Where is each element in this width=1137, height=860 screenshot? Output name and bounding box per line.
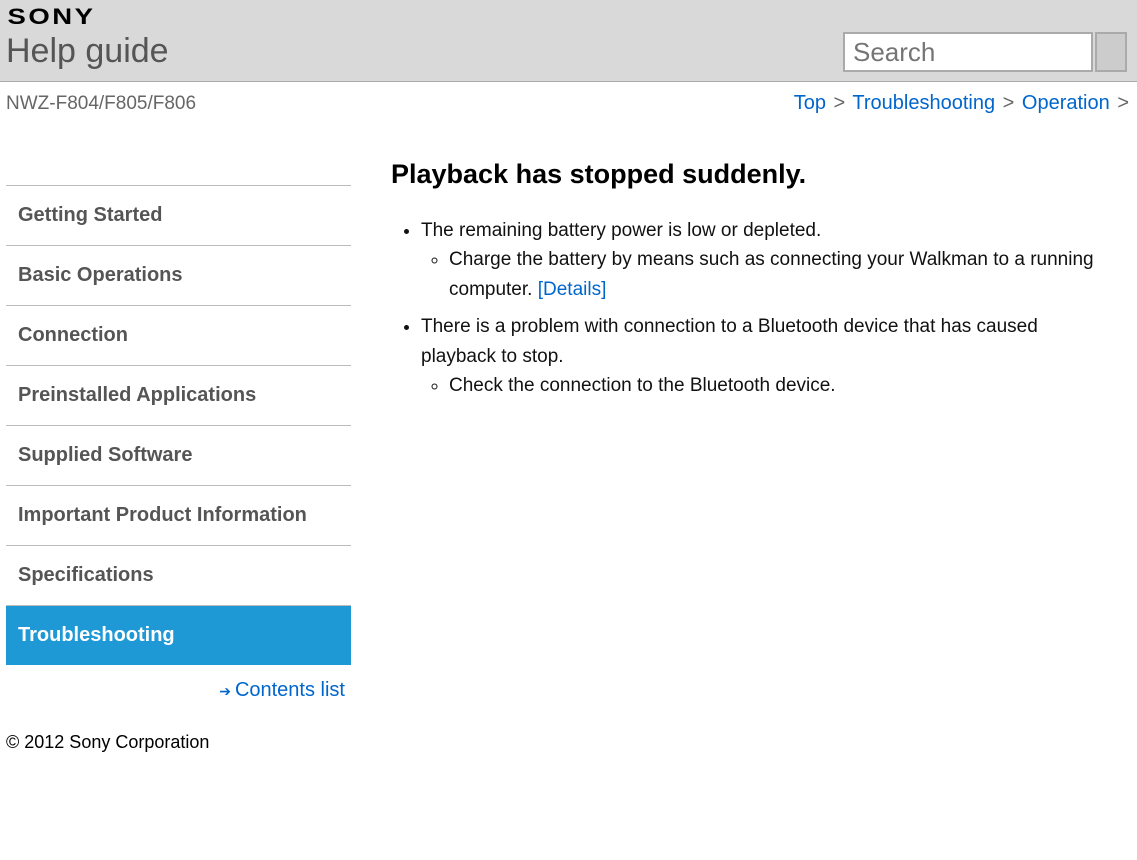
list-item-text: There is a problem with connection to a …	[421, 316, 1038, 366]
sidebar-item-specifications[interactable]: Specifications	[6, 546, 351, 606]
model-number: NWZ-F804/F805/F806	[6, 93, 196, 115]
breadcrumb-top[interactable]: Top	[794, 92, 826, 114]
sidebar-item-getting-started[interactable]: Getting Started	[6, 185, 351, 246]
search-form	[843, 32, 1127, 72]
sidebar-item-supplied-software[interactable]: Supplied Software	[6, 426, 351, 486]
sub-header: NWZ-F804/F805/F806 Top > Troubleshooting…	[0, 82, 1137, 115]
list-item: There is a problem with connection to a …	[421, 312, 1111, 400]
breadcrumb-sep: >	[1001, 92, 1017, 114]
header: SONY Help guide	[0, 0, 1137, 82]
details-link[interactable]: [Details]	[538, 279, 607, 300]
article: Playback has stopped suddenly. The remai…	[391, 155, 1131, 702]
search-button[interactable]	[1095, 32, 1127, 72]
footer-copyright: © 2012 Sony Corporation	[0, 722, 1137, 763]
sidebar-item-important-product-information[interactable]: Important Product Information	[6, 486, 351, 546]
breadcrumb-operation[interactable]: Operation	[1022, 92, 1110, 114]
contents-list-label: Contents list	[235, 679, 345, 701]
contents-list-link[interactable]: ➔Contents list	[6, 665, 351, 702]
main-layout: Getting Started Basic Operations Connect…	[0, 115, 1137, 722]
list-item-text: Check the connection to the Bluetooth de…	[449, 375, 836, 396]
breadcrumb-sep: >	[832, 92, 848, 114]
sony-logo: SONY	[0, 4, 1137, 30]
list-item-text: The remaining battery power is low or de…	[421, 220, 821, 241]
sidebar-item-preinstalled-applications[interactable]: Preinstalled Applications	[6, 366, 351, 426]
sidebar-item-basic-operations[interactable]: Basic Operations	[6, 246, 351, 306]
sidebar: Getting Started Basic Operations Connect…	[6, 155, 351, 702]
article-list: The remaining battery power is low or de…	[391, 216, 1111, 401]
sidebar-item-connection[interactable]: Connection	[6, 306, 351, 366]
breadcrumb-troubleshooting[interactable]: Troubleshooting	[852, 92, 995, 114]
arrow-right-icon: ➔	[219, 683, 231, 699]
list-item: The remaining battery power is low or de…	[421, 216, 1111, 304]
list-item: Charge the battery by means such as conn…	[449, 245, 1111, 304]
article-title: Playback has stopped suddenly.	[391, 159, 1111, 190]
sidebar-item-troubleshooting[interactable]: Troubleshooting	[6, 606, 351, 665]
breadcrumb-sep: >	[1115, 92, 1131, 114]
breadcrumb: Top > Troubleshooting > Operation >	[794, 92, 1131, 115]
search-input[interactable]	[843, 32, 1093, 72]
list-item: Check the connection to the Bluetooth de…	[449, 371, 1111, 400]
